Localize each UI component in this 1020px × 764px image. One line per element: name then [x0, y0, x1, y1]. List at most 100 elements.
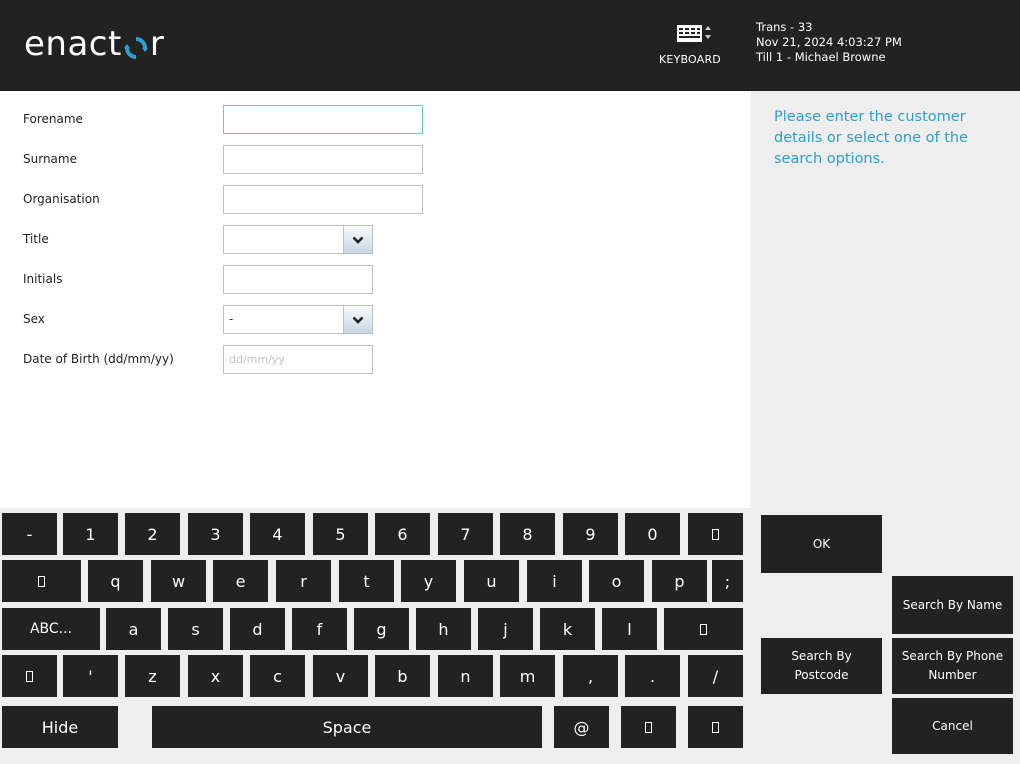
- surname-input[interactable]: [223, 145, 423, 174]
- key-apostrophe[interactable]: ': [63, 655, 118, 697]
- key-l[interactable]: l: [602, 608, 657, 650]
- transaction-datetime: Nov 21, 2024 4:03:27 PM: [756, 35, 902, 49]
- header: enact r KEYBOARD Trans - 33 Nov 21, 2024…: [0, 0, 1020, 91]
- key-j[interactable]: j: [478, 608, 533, 650]
- key-4[interactable]: 4: [250, 513, 305, 555]
- key-shift[interactable]: [2, 655, 57, 697]
- surname-row: Surname: [0, 145, 751, 175]
- keyboard-toggle-button[interactable]: KEYBOARD: [656, 22, 724, 72]
- key-e[interactable]: e: [213, 560, 268, 602]
- keyboard-label: KEYBOARD: [659, 53, 721, 66]
- key-5[interactable]: 5: [313, 513, 368, 555]
- key-g[interactable]: g: [354, 608, 409, 650]
- key-semicolon[interactable]: ;: [712, 560, 743, 602]
- chevron-down-icon: [352, 316, 364, 324]
- title-dropdown-button[interactable]: [343, 226, 372, 253]
- keyboard-icon: [677, 25, 711, 42]
- forename-input[interactable]: [223, 105, 423, 134]
- till-operator: Till 1 - Michael Browne: [756, 50, 886, 64]
- key-2[interactable]: 2: [125, 513, 180, 555]
- dob-label: Date of Birth (dd/mm/yy): [23, 352, 174, 366]
- key-z[interactable]: z: [125, 655, 180, 697]
- key-o[interactable]: o: [589, 560, 644, 602]
- key-w[interactable]: w: [151, 560, 206, 602]
- key-h[interactable]: h: [416, 608, 471, 650]
- transaction-info: Trans - 33 Nov 21, 2024 4:03:27 PM Till …: [756, 20, 902, 65]
- title-label: Title: [23, 232, 49, 246]
- organisation-label: Organisation: [23, 192, 100, 206]
- key-q[interactable]: q: [88, 560, 143, 602]
- key-k[interactable]: k: [540, 608, 595, 650]
- hide-keyboard-button[interactable]: Hide: [2, 706, 118, 748]
- key-r[interactable]: r: [276, 560, 331, 602]
- key-b[interactable]: b: [375, 655, 430, 697]
- key-c[interactable]: c: [250, 655, 305, 697]
- surname-label: Surname: [23, 152, 77, 166]
- key-space[interactable]: Space: [152, 706, 542, 748]
- key-dash[interactable]: -: [2, 513, 57, 555]
- key-comma[interactable]: ,: [563, 655, 618, 697]
- key-abc[interactable]: ABC...: [2, 608, 100, 650]
- dob-row: Date of Birth (dd/mm/yy): [0, 345, 751, 375]
- key-period[interactable]: .: [625, 655, 680, 697]
- sex-select[interactable]: -: [223, 305, 373, 334]
- key-backspace[interactable]: [688, 513, 743, 555]
- key-s[interactable]: s: [168, 608, 223, 650]
- search-by-name-button[interactable]: Search By Name: [892, 576, 1013, 634]
- tab-icon: [38, 575, 45, 587]
- key-x[interactable]: x: [188, 655, 243, 697]
- key-3[interactable]: 3: [188, 513, 243, 555]
- transaction-number: Trans - 33: [756, 20, 813, 34]
- search-by-phone-button[interactable]: Search By Phone Number: [892, 638, 1013, 694]
- logo-refresh-icon: [123, 37, 148, 59]
- sex-label: Sex: [23, 312, 45, 326]
- key-t[interactable]: t: [339, 560, 394, 602]
- key-v[interactable]: v: [313, 655, 368, 697]
- sex-row: Sex -: [0, 305, 751, 335]
- key-a[interactable]: a: [106, 608, 161, 650]
- key-f[interactable]: f: [292, 608, 347, 650]
- title-select[interactable]: [223, 225, 373, 254]
- shift-icon: [26, 670, 33, 682]
- sex-dropdown-button[interactable]: [343, 306, 372, 333]
- organisation-input[interactable]: [223, 185, 423, 214]
- key-d[interactable]: d: [230, 608, 285, 650]
- key-6[interactable]: 6: [375, 513, 430, 555]
- forename-row: Forename: [0, 105, 751, 135]
- key-p[interactable]: p: [652, 560, 707, 602]
- key-tab[interactable]: [2, 560, 81, 602]
- initials-row: Initials: [0, 265, 751, 295]
- dob-input[interactable]: [223, 345, 373, 374]
- key-0[interactable]: 0: [625, 513, 680, 555]
- key-1[interactable]: 1: [63, 513, 118, 555]
- title-row: Title: [0, 225, 751, 255]
- forename-label: Forename: [23, 112, 83, 126]
- customer-form: Forename Surname Organisation Title Init…: [0, 91, 751, 508]
- instruction-prompt: Please enter the customer details or sel…: [774, 109, 969, 167]
- key-9[interactable]: 9: [563, 513, 618, 555]
- cancel-button[interactable]: Cancel: [892, 698, 1013, 754]
- key-enter[interactable]: [664, 608, 743, 650]
- key-8[interactable]: 8: [500, 513, 555, 555]
- key-m[interactable]: m: [500, 655, 555, 697]
- key-u[interactable]: u: [464, 560, 519, 602]
- on-screen-keyboard: - 1 2 3 4 5 6 7 8 9 0 q w e r t y u i o …: [0, 508, 748, 764]
- logo-text-pre: enact: [24, 24, 122, 64]
- left-arrow-icon: [645, 721, 652, 733]
- key-n[interactable]: n: [438, 655, 493, 697]
- logo-text-post: r: [149, 24, 165, 64]
- backspace-icon: [712, 528, 719, 540]
- key-7[interactable]: 7: [438, 513, 493, 555]
- right-arrow-icon: [712, 721, 719, 733]
- key-i[interactable]: i: [527, 560, 582, 602]
- initials-input[interactable]: [223, 265, 373, 294]
- key-left-arrow[interactable]: [621, 706, 676, 748]
- ok-button[interactable]: OK: [761, 515, 882, 573]
- key-at[interactable]: @: [554, 706, 609, 748]
- key-slash[interactable]: /: [688, 655, 743, 697]
- key-y[interactable]: y: [401, 560, 456, 602]
- chevron-down-icon: [352, 236, 364, 244]
- sex-select-value: -: [229, 312, 234, 326]
- key-right-arrow[interactable]: [688, 706, 743, 748]
- search-by-postcode-button[interactable]: Search By Postcode: [761, 638, 882, 694]
